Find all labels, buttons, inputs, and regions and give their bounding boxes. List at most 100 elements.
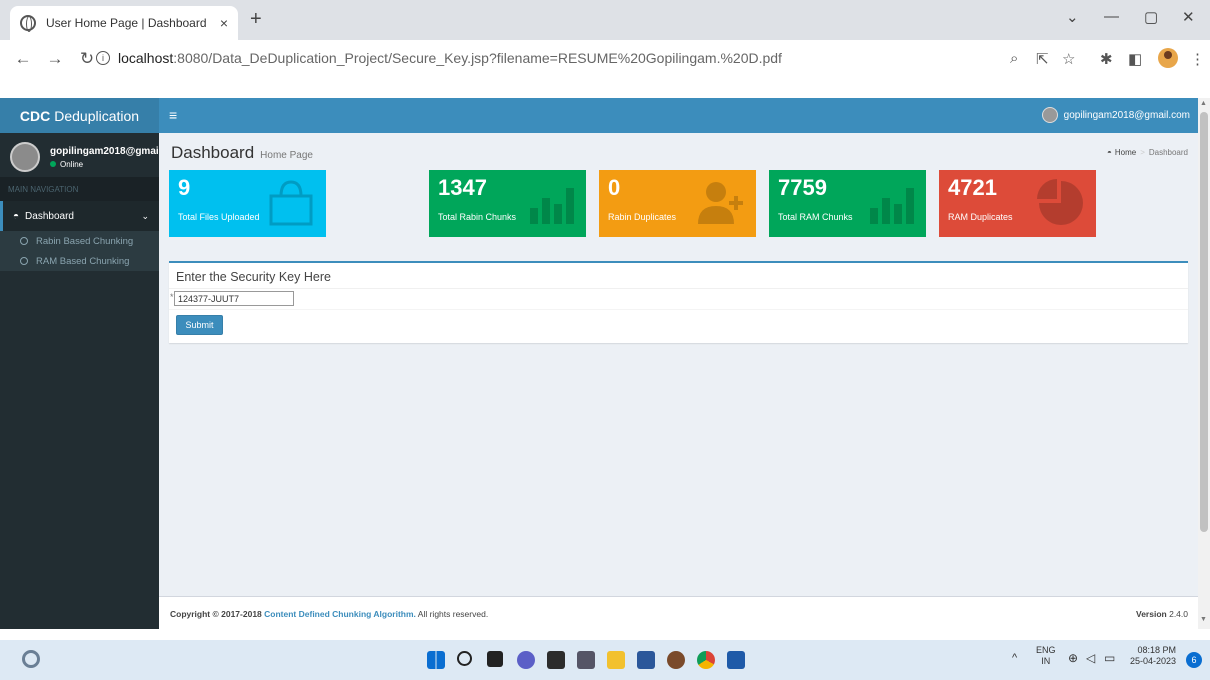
user-avatar: [1041, 107, 1058, 123]
language-indicator[interactable]: ENG IN: [1036, 645, 1056, 667]
windows-start-icon[interactable]: [427, 651, 445, 669]
network-icon[interactable]: ⊕: [1068, 651, 1078, 665]
new-tab-button[interactable]: +: [250, 8, 262, 31]
content-wrapper: Dashboard Home Page ◓ Home > Dashboard 9…: [159, 133, 1198, 596]
logo-bold: CDC: [19, 107, 51, 124]
circle-icon: [20, 257, 28, 265]
back-icon[interactable]: ←: [14, 49, 32, 69]
notification-badge[interactable]: 6: [1186, 652, 1202, 668]
close-window-icon[interactable]: ✕: [1182, 8, 1195, 26]
stat-label: Total Files Uploaded: [178, 212, 260, 222]
chevron-down-icon: ⌄: [141, 210, 149, 221]
stat-box-rabin-duplicates: 0 Rabin Duplicates: [599, 170, 756, 237]
user-status: Online: [50, 160, 162, 169]
user-name: gopilingam2018@gmail.com: [50, 145, 162, 157]
security-key-input[interactable]: [174, 291, 294, 306]
tab-search-icon[interactable]: ⌄: [1066, 8, 1079, 26]
version: Version 2.4.0: [1136, 609, 1188, 619]
scroll-down-icon[interactable]: ▼: [1200, 616, 1207, 623]
clock[interactable]: 08:18 PM 25-04-2023: [1130, 645, 1176, 667]
copyright: Copyright © 2017-2018 Content Defined Ch…: [170, 609, 489, 619]
restore-icon[interactable]: ▢: [1144, 8, 1158, 26]
task-view-icon[interactable]: [487, 651, 503, 667]
chevron-up-icon[interactable]: ^: [1012, 652, 1017, 664]
url-path: :8080/Data_DeDuplication_Project/Secure_…: [173, 50, 782, 66]
menu-dots-icon[interactable]: ⋮: [1190, 50, 1205, 68]
file-explorer-icon[interactable]: [607, 651, 625, 669]
content-header: Dashboard Home Page: [171, 143, 313, 163]
navbar-user-menu[interactable]: gopilingam2018@gmail.com: [1041, 107, 1190, 123]
address-bar: ← → ↻ i localhost:8080/Data_DeDuplicatio…: [0, 40, 1210, 78]
dashboard-icon: ◓: [13, 210, 20, 222]
browser-tab[interactable]: User Home Page | Dashboard ×: [10, 6, 238, 40]
forward-icon[interactable]: →: [46, 49, 64, 69]
stat-value: 7759: [778, 175, 827, 200]
extensions-icon[interactable]: ✱: [1100, 50, 1113, 68]
section-header: MAIN NAVIGATION: [0, 177, 159, 201]
stat-label: Rabin Duplicates: [608, 212, 677, 222]
navbar-email: gopilingam2018@gmail.com: [1063, 109, 1190, 121]
zoom-icon[interactable]: ⌕: [1010, 50, 1018, 67]
share-icon[interactable]: ⇱: [1036, 50, 1049, 68]
breadcrumb-home[interactable]: Home: [1115, 148, 1136, 157]
stat-value: 4721: [948, 175, 997, 200]
info-icon[interactable]: i: [96, 51, 110, 65]
page-subtitle: Home Page: [260, 150, 313, 161]
footer-link[interactable]: Content Defined Chunking Algorithm.: [264, 609, 416, 619]
windows-taskbar: ^ ENG IN ⊕ ◁ ▭ 08:18 PM 25-04-2023 6: [0, 640, 1210, 680]
terminal-icon[interactable]: [547, 651, 565, 669]
sidebar-item-ram[interactable]: RAM Based Chunking: [0, 251, 159, 271]
chrome-icon[interactable]: [697, 651, 715, 669]
vscode-icon[interactable]: [727, 651, 745, 669]
scroll-up-icon[interactable]: ▲: [1200, 100, 1207, 107]
submit-button[interactable]: Submit: [176, 315, 223, 335]
stat-label: Total RAM Chunks: [778, 212, 853, 222]
hamburger-menu-icon[interactable]: ≡: [169, 107, 177, 123]
top-navbar: ≡ gopilingam2018@gmail.com: [159, 98, 1198, 133]
breadcrumb: ◓ Home > Dashboard: [1107, 148, 1188, 157]
app-icon[interactable]: [667, 651, 685, 669]
sidebar-item-label: Dashboard: [25, 210, 74, 222]
pie-chart-icon: [1037, 179, 1083, 225]
widgets-icon[interactable]: [22, 650, 40, 668]
globe-icon: [20, 15, 36, 32]
sidebar-item-label: Rabin Based Chunking: [36, 235, 134, 247]
form-title: Enter the Security Key Here: [176, 270, 331, 284]
bar-chart-icon: [530, 188, 574, 224]
camera-icon[interactable]: [577, 651, 595, 669]
url-host: localhost: [118, 50, 174, 66]
stat-box-ram-chunks: 7759 Total RAM Chunks: [769, 170, 926, 237]
word-icon[interactable]: [637, 651, 655, 669]
search-icon[interactable]: [457, 651, 472, 666]
app-logo[interactable]: CDC Deduplication: [0, 98, 159, 133]
close-tab-icon[interactable]: ×: [220, 15, 228, 31]
required-mark: *: [170, 292, 174, 302]
sidebar: gopilingam2018@gmail.com Online MAIN NAV…: [0, 133, 162, 629]
user-avatar: [10, 142, 40, 172]
stat-label: RAM Duplicates: [948, 212, 1013, 222]
profile-avatar[interactable]: [1158, 48, 1178, 68]
url-field[interactable]: i localhost:8080/Data_DeDuplication_Proj…: [96, 44, 1096, 72]
sidebar-item-dashboard[interactable]: ◓ Dashboard ⌄: [0, 201, 159, 231]
spacer: [0, 78, 1210, 98]
battery-icon[interactable]: ▭: [1104, 651, 1115, 665]
page-title: Dashboard: [171, 143, 255, 162]
page-scrollbar[interactable]: ▲ ▼: [1198, 98, 1210, 629]
stat-box-rabin-chunks: 1347 Total Rabin Chunks: [429, 170, 586, 237]
user-panel: gopilingam2018@gmail.com Online: [10, 142, 162, 172]
reload-icon[interactable]: ↻: [78, 49, 96, 69]
circle-icon: [20, 237, 28, 245]
chat-icon[interactable]: [517, 651, 535, 669]
home-icon: ◓: [1107, 148, 1112, 157]
stat-box-ram-duplicates: 4721 RAM Duplicates: [939, 170, 1096, 237]
stat-box-files: 9 Total Files Uploaded: [169, 170, 326, 237]
breadcrumb-current: Dashboard: [1148, 148, 1188, 157]
scroll-thumb[interactable]: [1200, 112, 1208, 532]
side-panel-icon[interactable]: ◧: [1128, 50, 1142, 68]
stat-label: Total Rabin Chunks: [438, 212, 517, 222]
minimize-icon[interactable]: —: [1104, 8, 1119, 25]
bookmark-star-icon[interactable]: ☆: [1062, 50, 1075, 68]
sidebar-item-label: RAM Based Chunking: [36, 255, 130, 267]
sidebar-item-rabin[interactable]: Rabin Based Chunking: [0, 231, 159, 251]
volume-icon[interactable]: ◁: [1086, 651, 1095, 665]
